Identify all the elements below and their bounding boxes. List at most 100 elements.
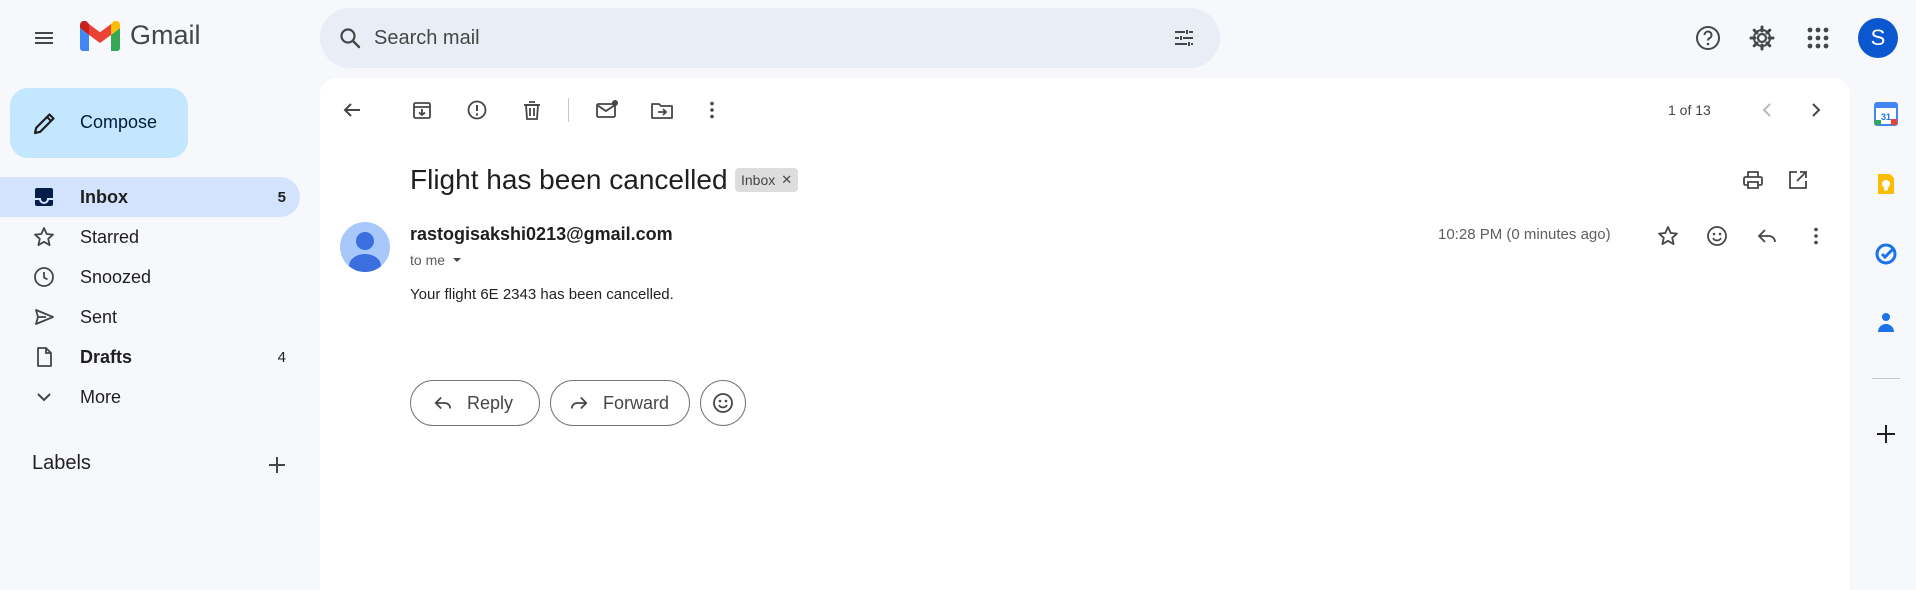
search-options-icon[interactable] bbox=[1168, 22, 1200, 54]
sidebar-item-label: Snoozed bbox=[80, 266, 152, 287]
move-to-folder-icon bbox=[651, 103, 673, 119]
keep-app-button[interactable] bbox=[1870, 168, 1902, 200]
calendar-date: 31 bbox=[1881, 112, 1891, 122]
pencil-icon bbox=[32, 110, 58, 136]
star-icon bbox=[32, 225, 56, 249]
older-button[interactable] bbox=[1796, 90, 1836, 130]
sidebar-item-label: Inbox bbox=[80, 186, 128, 207]
support-button[interactable] bbox=[1688, 18, 1728, 58]
settings-button[interactable] bbox=[1742, 18, 1782, 58]
add-icon bbox=[269, 457, 285, 473]
sender-email[interactable]: rastogisakshi0213@gmail.com bbox=[410, 224, 673, 245]
remove-label-icon[interactable]: ✕ bbox=[781, 172, 792, 188]
mark-unread-button[interactable] bbox=[587, 90, 627, 130]
side-panel-divider bbox=[1872, 378, 1900, 379]
arrow-back-icon bbox=[343, 103, 360, 117]
person-icon bbox=[349, 232, 381, 272]
inbox-label-chip[interactable]: Inbox ✕ bbox=[735, 168, 799, 192]
message-timestamp: 10:28 PM (0 minutes ago) bbox=[1438, 226, 1611, 243]
newer-button[interactable] bbox=[1747, 90, 1787, 130]
email-subject: Flight has been cancelled bbox=[410, 164, 728, 195]
search-input[interactable] bbox=[374, 22, 1134, 54]
calendar-app-button[interactable]: 31 bbox=[1870, 98, 1902, 130]
unread-count: 5 bbox=[277, 188, 286, 206]
sidebar-item-label: Starred bbox=[80, 226, 140, 247]
message-more-button[interactable] bbox=[1796, 216, 1836, 256]
forward-label: Forward bbox=[603, 392, 670, 413]
search-icon[interactable] bbox=[334, 22, 366, 54]
reply-label: Reply bbox=[467, 392, 514, 413]
reply-icon bbox=[433, 393, 453, 413]
sidebar-item-drafts[interactable]: Drafts 4 bbox=[0, 337, 300, 377]
apps-button[interactable] bbox=[1798, 18, 1838, 58]
tasks-app-button[interactable] bbox=[1870, 238, 1902, 270]
gmail-logo[interactable]: Gmail bbox=[80, 20, 201, 51]
label-chip-text: Inbox bbox=[741, 172, 776, 188]
reply-button[interactable]: Reply bbox=[410, 380, 540, 426]
move-to-button[interactable] bbox=[642, 90, 682, 130]
keep-icon bbox=[1878, 174, 1894, 194]
get-addons-button[interactable] bbox=[1870, 418, 1902, 450]
sender-avatar bbox=[340, 222, 390, 272]
message-view: 1 of 13 Flight has been cancelled Inbox … bbox=[320, 78, 1850, 590]
help-icon bbox=[1696, 26, 1720, 50]
main-menu-button[interactable] bbox=[24, 18, 64, 58]
open-in-new-icon bbox=[1789, 171, 1807, 189]
chevron-right-icon bbox=[1812, 103, 1821, 117]
star-button[interactable] bbox=[1648, 216, 1688, 256]
add-icon bbox=[1877, 425, 1895, 443]
search-bar bbox=[320, 8, 1220, 68]
delete-button[interactable] bbox=[512, 90, 552, 130]
send-icon bbox=[32, 305, 56, 329]
app-name: Gmail bbox=[130, 20, 201, 50]
emoji-reaction-button[interactable] bbox=[700, 380, 746, 426]
chevron-left-icon bbox=[1762, 103, 1771, 117]
forward-button[interactable]: Forward bbox=[550, 380, 690, 426]
archive-icon bbox=[413, 102, 431, 119]
draft-icon bbox=[32, 345, 56, 369]
chevron-down-icon bbox=[32, 385, 56, 409]
toolbar-divider bbox=[568, 98, 569, 122]
message-body: Your flight 6E 2343 has been cancelled. bbox=[410, 286, 674, 303]
archive-button[interactable] bbox=[402, 90, 442, 130]
create-label-button[interactable] bbox=[262, 450, 292, 480]
sidebar-item-label: Sent bbox=[80, 306, 118, 327]
compose-button[interactable]: Compose bbox=[10, 88, 188, 158]
reply-icon-button[interactable] bbox=[1747, 216, 1787, 256]
report-spam-button[interactable] bbox=[457, 90, 497, 130]
draft-count: 4 bbox=[277, 348, 286, 366]
trash-icon bbox=[524, 101, 540, 120]
caret-down-icon[interactable] bbox=[449, 252, 465, 268]
open-in-new-window-button[interactable] bbox=[1778, 160, 1818, 200]
compose-label: Compose bbox=[80, 112, 158, 132]
sidebar-item-more[interactable]: More bbox=[0, 377, 300, 417]
contacts-app-button[interactable] bbox=[1870, 306, 1902, 338]
recipient-details[interactable]: to me bbox=[410, 252, 465, 268]
mark-unread-icon bbox=[596, 100, 618, 118]
apps-grid-icon bbox=[1807, 27, 1829, 49]
sidebar-item-label: Drafts bbox=[80, 346, 133, 367]
sidebar-item-starred[interactable]: Starred bbox=[0, 217, 300, 257]
sidebar-item-inbox[interactable]: Inbox 5 bbox=[0, 177, 300, 217]
hamburger-icon bbox=[35, 32, 53, 44]
reply-icon bbox=[1757, 229, 1776, 243]
back-button[interactable] bbox=[332, 90, 372, 130]
calendar-icon: 31 bbox=[1874, 102, 1898, 126]
recipient-text: to me bbox=[410, 252, 446, 268]
sidebar-nav: Inbox 5 Starred Snoozed Sent Drafts 4 Mo… bbox=[0, 177, 300, 417]
tasks-icon bbox=[1875, 243, 1897, 265]
print-icon bbox=[1743, 171, 1763, 189]
sidebar-item-snoozed[interactable]: Snoozed bbox=[0, 257, 300, 297]
emoji-icon bbox=[1707, 226, 1727, 246]
more-options-button[interactable] bbox=[692, 90, 732, 130]
print-all-button[interactable] bbox=[1733, 160, 1773, 200]
add-reaction-button[interactable] bbox=[1697, 216, 1737, 256]
account-avatar[interactable]: S bbox=[1858, 18, 1898, 58]
labels-heading: Labels bbox=[32, 452, 91, 474]
report-icon bbox=[467, 100, 487, 120]
sidebar-item-sent[interactable]: Sent bbox=[0, 297, 300, 337]
more-vert-icon bbox=[710, 101, 714, 119]
pagination-text: 1 of 13 bbox=[1668, 102, 1711, 118]
top-bar: Gmail S bbox=[0, 0, 1916, 76]
gmail-m-icon bbox=[80, 20, 120, 51]
